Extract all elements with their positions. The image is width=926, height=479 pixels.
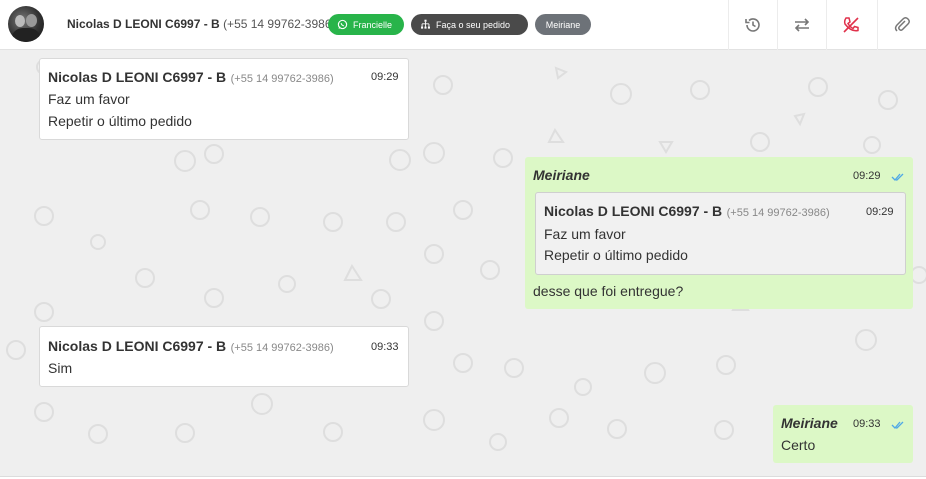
tag-label: Faça o seu pedido [436,19,511,30]
message-time: 09:33 [853,418,881,430]
contact-name: Nicolas D LEONI C6997 - B [67,17,220,31]
quoted-sender-phone: (+55 14 99762-3986) [726,207,830,219]
read-ticks-icon [891,173,904,181]
message-line: desse que foi entregue? [533,283,684,299]
message-line: Sim [48,360,73,376]
end-call-icon [843,17,859,33]
chat-header: Nicolas D LEONI C6997 - B (+55 14 99762-… [0,0,926,50]
incoming-message[interactable]: Nicolas D LEONI C6997 - B (+55 14 99762-… [39,58,409,140]
end-call-button[interactable] [826,0,875,50]
quoted-line: Faz um favor [544,226,626,242]
message-header: Nicolas D LEONI C6997 - B (+55 14 99762-… [48,69,334,87]
tag-francielle[interactable]: Francielle [328,14,404,35]
tag-label: Meiriane [545,19,581,30]
chat-area[interactable]: Nicolas D LEONI C6997 - B (+55 14 99762-… [0,50,926,476]
read-ticks-icon [891,421,904,429]
outgoing-message[interactable]: Meiriane 09:33 Certo [773,405,913,463]
message-time: 09:29 [371,71,399,83]
sender-name: Meiriane [781,415,838,431]
history-icon [745,18,760,32]
message-time: 09:29 [853,170,881,182]
tag-label: Francielle [353,19,393,30]
quoted-line: Repetir o último pedido [544,247,688,263]
message-line: Repetir o último pedido [48,113,192,129]
sitemap-icon [421,19,430,29]
message-header: Nicolas D LEONI C6997 - B (+55 14 99762-… [48,338,334,356]
sender-name: Meiriane [533,167,590,183]
transfer-arrows-icon [794,18,810,32]
outgoing-message[interactable]: Meiriane 09:29 Nicolas D LEONI C6997 - B… [525,157,913,309]
tag-order[interactable]: Faça o seu pedido [411,14,528,35]
transfer-button[interactable] [777,0,826,50]
contact-avatar[interactable] [8,6,44,42]
sender-name: Nicolas D LEONI C6997 - B [48,69,227,85]
history-button[interactable] [728,0,777,50]
quoted-sender-name: Nicolas D LEONI C6997 - B [544,203,723,219]
message-line: Faz um favor [48,91,130,107]
quoted-header: Nicolas D LEONI C6997 - B (+55 14 99762-… [544,203,830,221]
paperclip-icon [894,17,910,32]
sender-name: Nicolas D LEONI C6997 - B [48,338,227,354]
whatsapp-icon [337,19,348,30]
message-line: Certo [781,437,816,453]
message-time: 09:33 [371,341,399,353]
incoming-message[interactable]: Nicolas D LEONI C6997 - B (+55 14 99762-… [39,326,409,387]
contact-phone: (+55 14 99762-3986) [223,17,336,31]
sender-phone: (+55 14 99762-3986) [230,342,334,354]
quoted-time: 09:29 [866,206,894,218]
tag-meiriane[interactable]: Meiriane [535,14,591,35]
quoted-message[interactable]: Nicolas D LEONI C6997 - B (+55 14 99762-… [535,192,906,275]
contact-info[interactable]: Nicolas D LEONI C6997 - B (+55 14 99762-… [67,17,336,31]
sender-phone: (+55 14 99762-3986) [230,73,334,85]
attach-button[interactable] [877,0,926,50]
